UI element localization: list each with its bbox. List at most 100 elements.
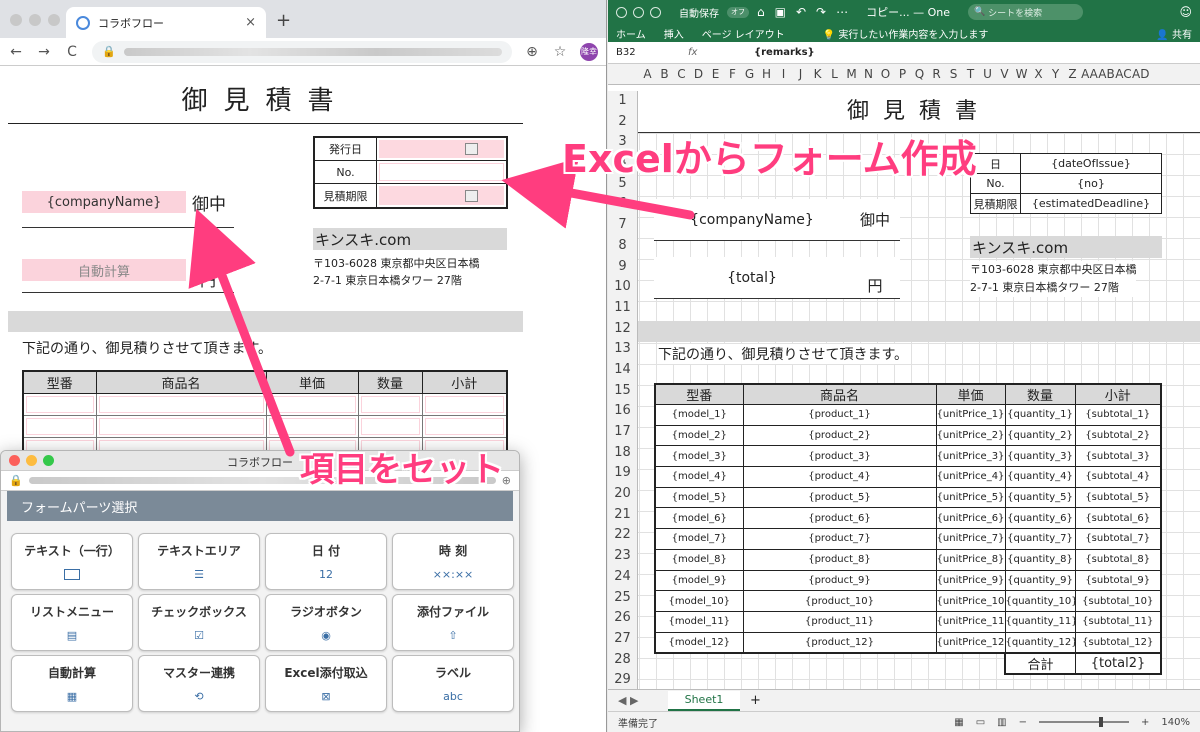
tell-me-input[interactable]: 💡 実行したい作業内容を入力します xyxy=(823,26,989,41)
issue-no-field[interactable] xyxy=(379,163,504,181)
cell-price[interactable] xyxy=(265,392,359,416)
sheet-item-cell[interactable]: {subtotal_11} xyxy=(1074,610,1162,633)
row-header[interactable]: 8 xyxy=(608,236,637,257)
row-header[interactable]: 16 xyxy=(608,401,637,422)
sheet-issue-value[interactable]: {no} xyxy=(1020,173,1162,194)
sheet-item-cell[interactable]: {model_2} xyxy=(654,424,744,447)
excel-minimize-button[interactable] xyxy=(633,6,644,18)
column-header[interactable]: B xyxy=(656,64,673,84)
cell-qty[interactable] xyxy=(357,414,423,438)
sheet-item-cell[interactable]: {product_5} xyxy=(742,486,937,509)
sheet-item-cell[interactable]: {quantity_11} xyxy=(1004,610,1076,633)
cell-model[interactable] xyxy=(22,392,97,416)
column-header[interactable]: T xyxy=(962,64,979,84)
user-avatar[interactable]: 隆幸 xyxy=(580,42,598,61)
column-header[interactable]: X xyxy=(1030,64,1047,84)
row-header[interactable]: 15 xyxy=(608,381,637,402)
column-header[interactable]: P xyxy=(894,64,911,84)
column-header[interactable]: Y xyxy=(1047,64,1064,84)
sheet-item-cell[interactable]: {model_5} xyxy=(654,486,744,509)
sheet-item-cell[interactable]: {product_2} xyxy=(742,424,937,447)
part-button-excel-import[interactable]: Excel添付取込 ⊠ xyxy=(265,655,387,712)
sheet-item-cell[interactable]: {model_4} xyxy=(654,466,744,488)
sheet-item-cell[interactable]: {unitPrice_11} xyxy=(935,610,1006,633)
excel-maximize-button[interactable] xyxy=(650,6,661,18)
sheet-total-cell[interactable]: {total} 円 xyxy=(654,257,900,299)
part-button-attachment[interactable]: 添付ファイル ⇧ xyxy=(392,594,514,651)
formula-input[interactable]: {remarks} xyxy=(748,47,815,58)
column-header[interactable]: O xyxy=(877,64,894,84)
cell-product[interactable] xyxy=(95,414,267,438)
page-layout-view-icon[interactable]: ▭ xyxy=(976,717,985,728)
column-header[interactable]: K xyxy=(809,64,826,84)
row-header[interactable]: 1 xyxy=(608,91,637,112)
sheet-item-cell[interactable]: {unitPrice_10} xyxy=(935,590,1006,612)
part-button-textarea[interactable]: テキストエリア ☰ xyxy=(138,533,260,590)
sheet-item-cell[interactable]: {model_10} xyxy=(654,590,744,612)
tab-close-icon[interactable]: × xyxy=(245,15,256,30)
maximize-window-button[interactable] xyxy=(48,14,60,26)
part-button-radio[interactable]: ラジオボタン ◉ xyxy=(265,594,387,651)
sheet-item-cell[interactable]: {quantity_1} xyxy=(1004,404,1076,426)
sheet-header-subtotal[interactable]: 小計 xyxy=(1074,383,1162,405)
sheet-item-cell[interactable]: {quantity_7} xyxy=(1004,528,1076,550)
cell-model[interactable] xyxy=(22,414,97,438)
sheet-item-cell[interactable]: {subtotal_12} xyxy=(1074,631,1162,654)
zoom-slider[interactable] xyxy=(1039,717,1130,727)
sheet-header-price[interactable]: 単価 xyxy=(935,383,1006,405)
row-header[interactable]: 18 xyxy=(608,443,637,464)
sheet-item-cell[interactable]: {quantity_10} xyxy=(1004,590,1076,612)
sheet-item-cell[interactable]: {subtotal_3} xyxy=(1074,445,1162,468)
share-button[interactable]: 👤 共有 xyxy=(1156,26,1192,41)
sheet-item-cell[interactable]: {model_9} xyxy=(654,569,744,592)
row-header[interactable]: 11 xyxy=(608,298,637,319)
deadline-field[interactable] xyxy=(379,186,504,205)
zoom-out-icon[interactable]: − xyxy=(1019,717,1027,728)
feedback-smiley-icon[interactable]: ☺ xyxy=(1179,5,1192,19)
column-header[interactable]: AA xyxy=(1081,64,1098,84)
row-header[interactable]: 9 xyxy=(608,257,637,278)
sheet-item-cell[interactable]: {quantity_2} xyxy=(1004,424,1076,447)
undo-icon[interactable]: ↶ xyxy=(796,5,806,19)
sheet-nav-arrows-icon[interactable]: ◀ ▶ xyxy=(608,694,668,707)
sheet-item-cell[interactable]: {quantity_5} xyxy=(1004,486,1076,509)
sheet-issuer-company[interactable]: キンスキ.com xyxy=(970,236,1162,258)
sheet-company-cell[interactable]: {companyName} 御中 xyxy=(654,199,900,241)
sheet-item-cell[interactable]: {unitPrice_8} xyxy=(935,548,1006,571)
sheet-item-cell[interactable]: {model_12} xyxy=(654,631,744,654)
sheet-header-qty[interactable]: 数量 xyxy=(1004,383,1076,405)
sheet-item-cell[interactable]: {model_11} xyxy=(654,610,744,633)
part-button-time[interactable]: 時 刻 ××:×× xyxy=(392,533,514,590)
page-break-view-icon[interactable]: ▥ xyxy=(997,717,1006,728)
normal-view-icon[interactable]: ▦ xyxy=(954,717,963,728)
tab-page-layout[interactable]: ページ レイアウト xyxy=(702,26,785,41)
sheet-sum-label[interactable]: 合計 xyxy=(1006,654,1076,673)
sheet-item-cell[interactable]: {model_1} xyxy=(654,404,744,426)
part-button-checkbox[interactable]: チェックボックス ☑ xyxy=(138,594,260,651)
sheet-sum-value[interactable]: {total2} xyxy=(1076,654,1160,673)
name-box[interactable]: B32 xyxy=(608,47,688,58)
sheet-item-cell[interactable]: {product_7} xyxy=(742,528,937,550)
part-button-label[interactable]: ラベル abc xyxy=(392,655,514,712)
sheet-item-cell[interactable]: {subtotal_10} xyxy=(1074,590,1162,612)
row-header[interactable]: 14 xyxy=(608,360,637,381)
column-header[interactable]: H xyxy=(758,64,775,84)
zoom-level[interactable]: 140% xyxy=(1161,717,1190,728)
sheet-item-cell[interactable]: {subtotal_5} xyxy=(1074,486,1162,509)
company-name-field[interactable]: {companyName} xyxy=(22,191,186,213)
column-header[interactable]: D xyxy=(690,64,707,84)
cell-qty[interactable] xyxy=(357,392,423,416)
forward-arrow-icon[interactable]: → xyxy=(36,44,52,60)
column-header[interactable]: C xyxy=(673,64,690,84)
zoom-in-icon[interactable]: + xyxy=(1141,717,1149,728)
row-header[interactable]: 19 xyxy=(608,463,637,484)
row-header[interactable]: 28 xyxy=(608,650,637,671)
sheet-tab-sheet1[interactable]: Sheet1 xyxy=(668,690,740,711)
sheet-issue-label[interactable]: 見積期限 xyxy=(970,193,1021,214)
row-header[interactable]: 24 xyxy=(608,567,637,588)
cell-product[interactable] xyxy=(95,392,267,416)
sheet-search-input[interactable]: 🔍 シートを検索 xyxy=(967,4,1083,20)
fx-icon[interactable]: fx xyxy=(688,47,748,58)
sheet-item-cell[interactable]: {model_7} xyxy=(654,528,744,550)
zoom-slider-knob[interactable] xyxy=(1099,717,1104,727)
